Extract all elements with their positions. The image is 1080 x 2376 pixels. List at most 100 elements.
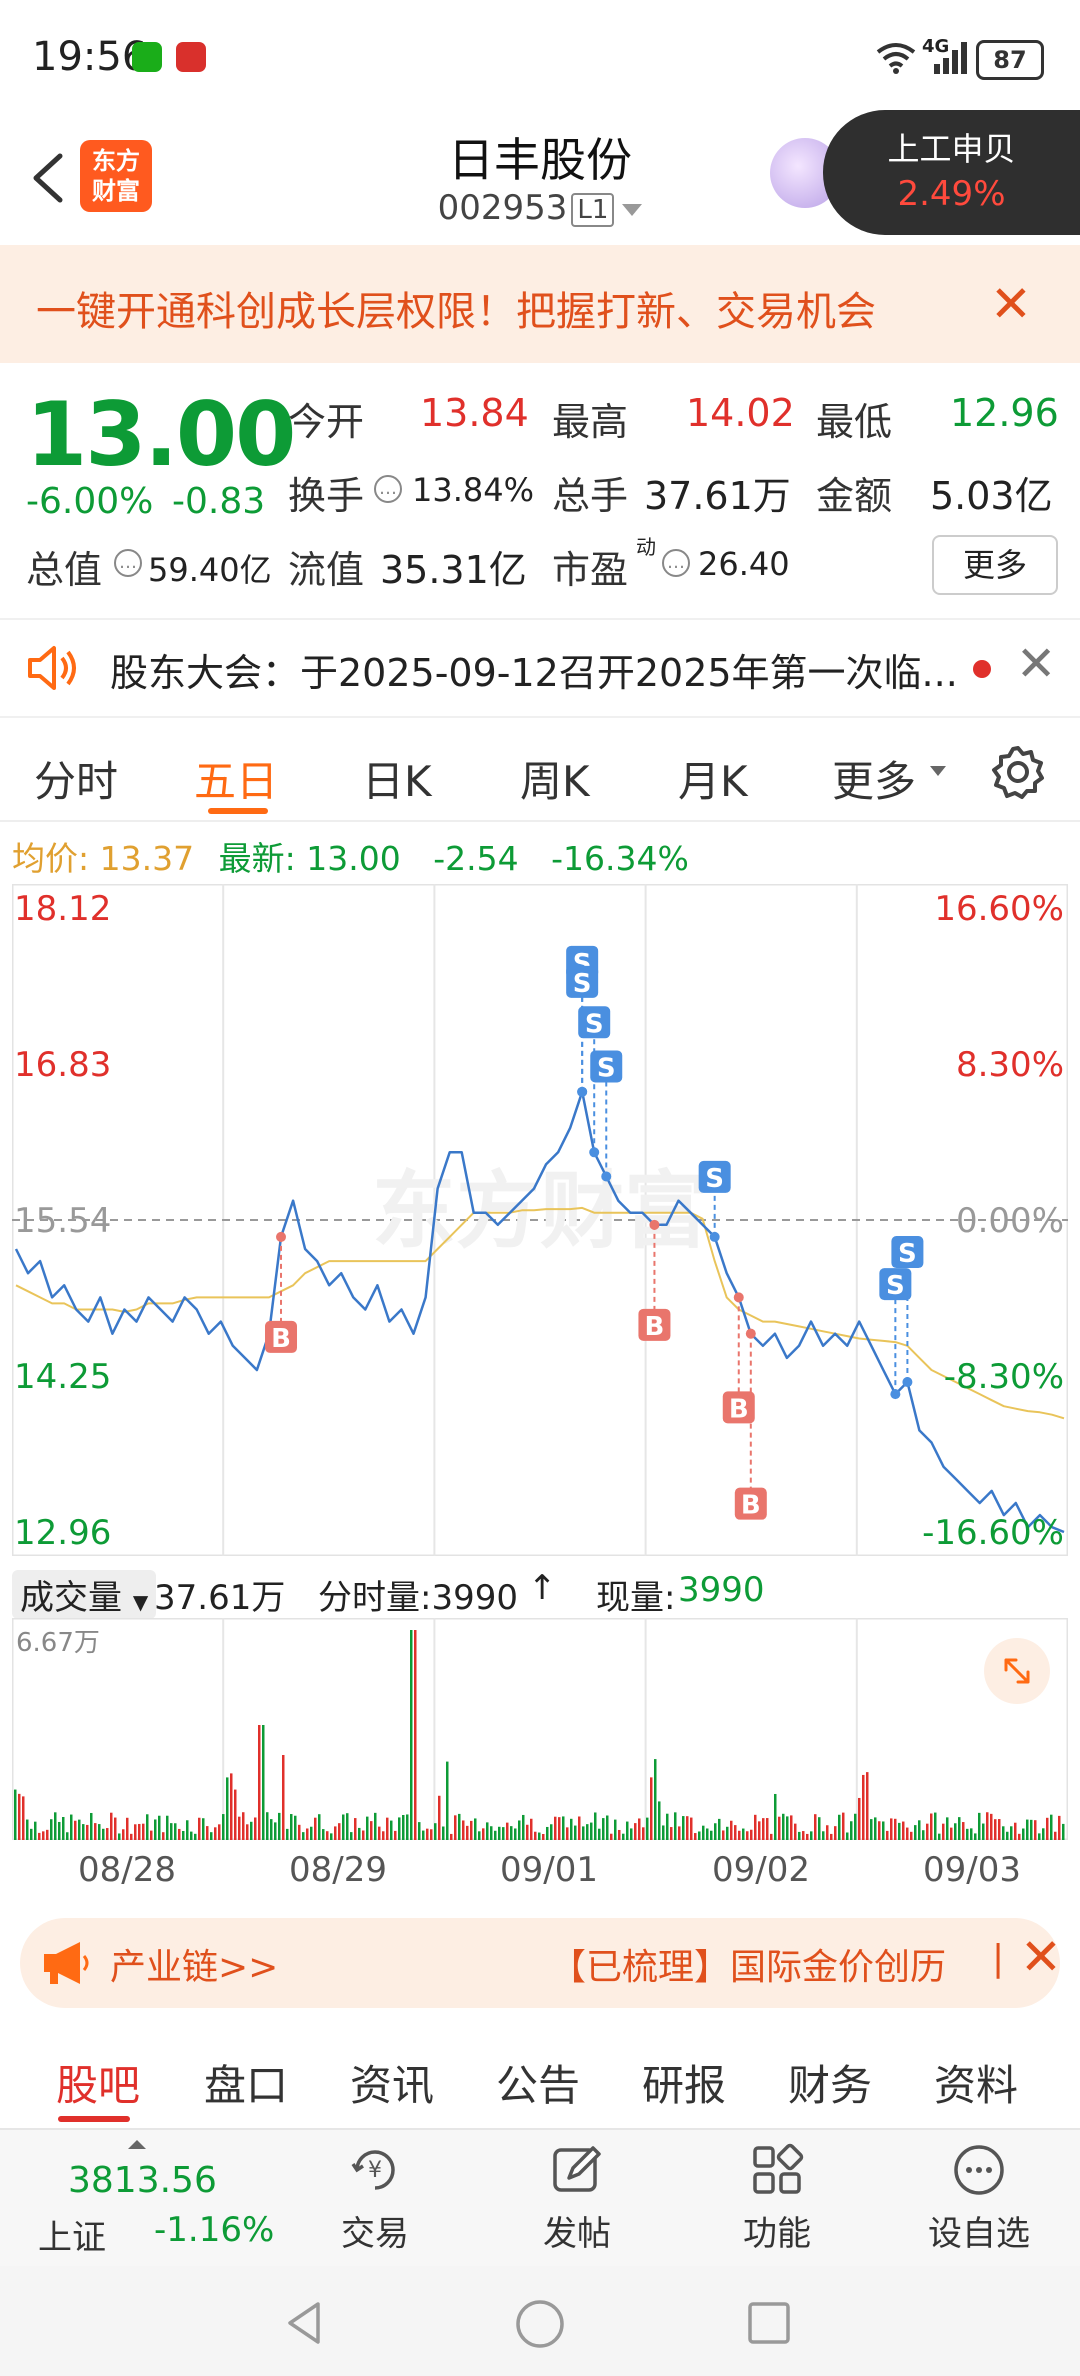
tab-more[interactable]: 更多	[832, 748, 916, 809]
nav-recents-icon[interactable]	[746, 2300, 792, 2346]
volume-bar	[498, 1826, 501, 1840]
tab-news[interactable]: 资讯	[350, 2052, 434, 2113]
low-value: 12.96	[950, 391, 1059, 435]
tab-financials[interactable]: 财务	[788, 2052, 872, 2113]
open-label: 今开	[288, 400, 365, 444]
volume-bar	[782, 1813, 785, 1840]
volume-bar	[242, 1812, 245, 1840]
volume-bar	[626, 1821, 629, 1840]
volume-bar	[50, 1819, 53, 1840]
expand-button[interactable]	[984, 1638, 1050, 1704]
volume-bar	[666, 1813, 669, 1840]
tab-order-book[interactable]: 盘口	[204, 2052, 288, 2113]
volume-bar	[838, 1814, 841, 1840]
volume-bar	[910, 1831, 913, 1840]
nav-home-icon[interactable]	[514, 2298, 566, 2350]
info-icon[interactable]: …	[662, 549, 690, 577]
trade-label: 交易	[341, 2214, 409, 2254]
volume-bar	[618, 1829, 621, 1840]
volume-bar	[218, 1824, 221, 1840]
price-line	[14, 1090, 1065, 1534]
volume-bar	[238, 1816, 241, 1840]
info-icon[interactable]: …	[374, 475, 402, 503]
functions-label: 功能	[743, 2214, 811, 2254]
more-button[interactable]: 更多	[932, 535, 1058, 595]
gear-icon[interactable]	[990, 744, 1046, 800]
volume-bar	[38, 1832, 41, 1840]
volume-bar	[930, 1813, 933, 1840]
volume-bar	[858, 1797, 861, 1840]
five-day-price-chart[interactable]: 东方财富 18.12 16.60% 16.83 8.30% 15.54 0.00% 14.25…	[11, 883, 1069, 1557]
tab-monthly-k[interactable]: 月K	[678, 748, 748, 809]
news-ticker-text[interactable]: 【已梳理】国际金价创历	[550, 1938, 990, 1990]
volume-bar	[962, 1822, 965, 1840]
tab-profile[interactable]: 资料	[934, 2052, 1018, 2113]
close-icon[interactable]: ✕	[990, 275, 1032, 333]
volume-bar	[14, 1789, 17, 1840]
volume-bar	[270, 1819, 273, 1840]
volume-bar	[874, 1817, 877, 1840]
more-circle-icon	[954, 2145, 1004, 2195]
close-icon[interactable]: ✕	[1016, 636, 1056, 692]
news-ticker-bar[interactable]: 产业链>> 【已梳理】国际金价创历 | ✕	[20, 1918, 1062, 2008]
chevron-up-icon	[128, 2140, 146, 2149]
pe-label: 市盈	[552, 548, 629, 592]
related-stock-popup[interactable]: 上工申贝 2.49%	[823, 110, 1080, 235]
industry-chain-link[interactable]: 产业链>>	[110, 1938, 278, 1990]
speaker-icon	[28, 646, 76, 690]
volume-bar	[754, 1814, 757, 1840]
chevron-down-icon: ▼	[132, 1590, 149, 1614]
volume-bar	[906, 1827, 909, 1840]
volume-bar	[682, 1816, 685, 1840]
volume-bar	[1046, 1817, 1049, 1840]
volume-bar	[762, 1818, 765, 1840]
volume-bar	[158, 1815, 161, 1840]
volume-bar	[662, 1825, 665, 1840]
y-tick-label-pct: 0.00%	[956, 1201, 1064, 1241]
notice-bar[interactable]: 股东大会：于2025-09-12召开2025年第一次临... ✕	[0, 618, 1080, 718]
post-button[interactable]: 发帖	[502, 2142, 652, 2255]
promo-banner[interactable]: 一键开通科创成长层权限！把握打新、交易机会 ✕	[0, 245, 1080, 363]
close-icon[interactable]: ✕	[1020, 1928, 1062, 1986]
volume-bar	[958, 1817, 961, 1840]
volume-bar	[594, 1812, 597, 1840]
volume-bar	[514, 1828, 517, 1840]
info-icon[interactable]: …	[114, 549, 142, 577]
volume-bar	[510, 1826, 513, 1840]
trade-icon: ¥	[351, 2150, 395, 2190]
volume-bar	[710, 1830, 713, 1840]
index-name: 上证	[38, 2218, 106, 2258]
volume-indicator-select[interactable]: 成交量 ▼	[12, 1570, 157, 1619]
volume-chart[interactable]: 6.67万	[11, 1617, 1069, 1841]
high-value: 14.02	[686, 391, 795, 435]
volume-bar	[78, 1819, 81, 1840]
volume-bar	[258, 1725, 261, 1840]
volume-bar	[642, 1827, 645, 1840]
volume-bar	[22, 1796, 25, 1840]
volume-bar	[550, 1824, 553, 1840]
functions-button[interactable]: 功能	[702, 2142, 852, 2255]
marker-label: S	[886, 1271, 905, 1301]
pe-value: 26.40	[698, 545, 790, 583]
last-change: -2.54	[433, 839, 519, 878]
tab-announcements[interactable]: 公告	[496, 2052, 580, 2113]
tab-daily-k[interactable]: 日K	[362, 748, 432, 809]
tab-research[interactable]: 研报	[642, 2052, 726, 2113]
chart-info-line: 均价: 13.37 最新: 13.00 -2.54 -16.34%	[12, 832, 689, 880]
tab-forum[interactable]: 股吧	[56, 2052, 140, 2113]
volume-bar	[798, 1831, 801, 1840]
volume-bar	[98, 1824, 101, 1840]
tab-weekly-k[interactable]: 周K	[520, 748, 590, 809]
marker-dot	[589, 1147, 600, 1158]
volume-bar	[750, 1829, 753, 1840]
index-quote[interactable]: 3813.56 上证 -1.16%	[28, 2140, 288, 2260]
volume-bar	[26, 1819, 29, 1840]
trade-button[interactable]: ¥ 交易	[300, 2142, 450, 2255]
nav-back-icon[interactable]	[280, 2298, 330, 2348]
float-value: 35.31亿	[380, 548, 527, 592]
tab-intraday[interactable]: 分时	[34, 748, 118, 809]
tab-five-day[interactable]: 五日	[194, 748, 278, 809]
add-watchlist-button[interactable]: 设自选	[904, 2142, 1054, 2255]
volume-bar	[430, 1829, 433, 1840]
volume-bar	[206, 1826, 209, 1840]
